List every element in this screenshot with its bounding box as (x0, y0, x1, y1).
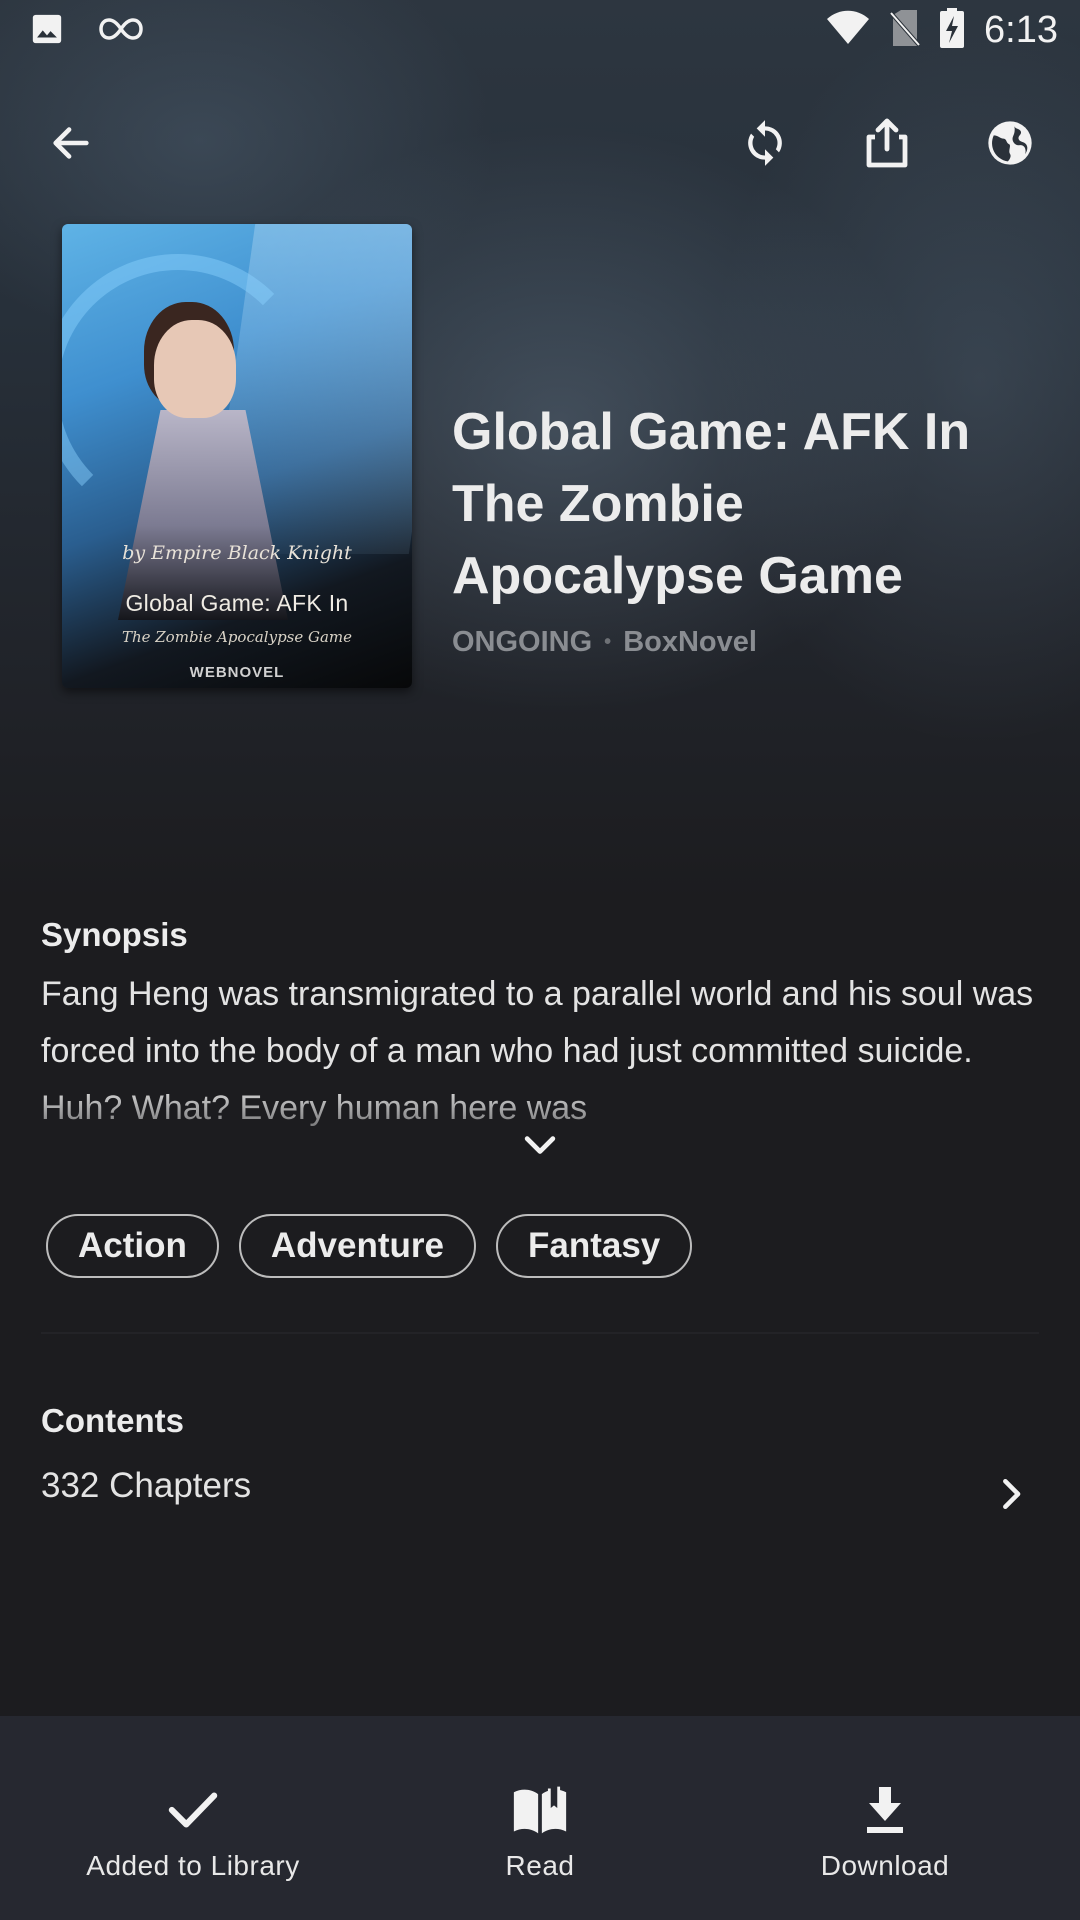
genre-chip-adventure[interactable]: Adventure (238, 1214, 476, 1278)
share-icon[interactable] (852, 108, 922, 178)
genre-chip-action[interactable]: Action (46, 1214, 219, 1278)
read-button[interactable]: Read (420, 1716, 660, 1920)
bottom-action-bar: Added to Library Read Download (0, 1716, 1080, 1920)
book-open-icon (512, 1782, 568, 1838)
status-bar: 6:13 (0, 0, 1080, 62)
cover-title: Global Game: AFK In (125, 590, 349, 616)
meta-separator: • (604, 631, 612, 653)
globe-icon[interactable] (975, 108, 1045, 178)
download-icon (857, 1782, 913, 1838)
image-icon (30, 12, 64, 51)
no-sim-icon (889, 9, 921, 52)
added-to-library-button[interactable]: Added to Library (40, 1716, 346, 1920)
infinity-icon (98, 14, 144, 49)
status-label: ONGOING (452, 626, 593, 658)
check-icon (165, 1782, 221, 1838)
download-button[interactable]: Download (760, 1716, 1010, 1920)
book-meta: ONGOING • BoxNovel (452, 626, 757, 659)
battery-charging-icon (940, 8, 965, 53)
expand-chevron-icon[interactable] (518, 1124, 562, 1168)
download-label: Download (820, 1850, 950, 1881)
read-label: Read (505, 1850, 575, 1881)
genre-chips: Action Adventure Fantasy (46, 1214, 693, 1278)
wifi-icon (826, 10, 870, 51)
cover-brand: WEBNOVEL (189, 664, 285, 681)
book-cover: by Empire Black Knight Global Game: AFK … (62, 224, 412, 688)
book-title: Global Game: AFK In The Zombie Apocalyps… (452, 403, 971, 605)
genre-chip-fantasy[interactable]: Fantasy (495, 1214, 693, 1278)
source-label: BoxNovel (623, 626, 757, 658)
added-to-library-label: Added to Library (86, 1850, 300, 1881)
cover-byline: by Empire Black Knight (122, 542, 352, 564)
chapters-count[interactable]: 332 Chapters (41, 1466, 251, 1506)
chevron-right-icon[interactable] (994, 1474, 1028, 1514)
synopsis-heading: Synopsis (41, 916, 188, 953)
refresh-icon[interactable] (730, 108, 800, 178)
back-arrow-icon[interactable] (36, 108, 106, 178)
divider (41, 1332, 1039, 1334)
cover-subtitle: The Zombie Apocalypse Game (121, 628, 353, 646)
contents-heading: Contents (41, 1402, 184, 1439)
clock: 6:13 (984, 9, 1058, 51)
